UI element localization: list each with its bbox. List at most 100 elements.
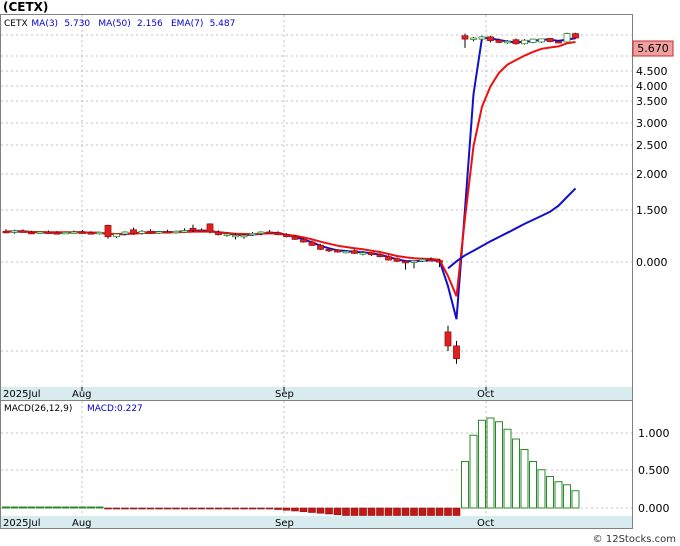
candle-body: [232, 234, 239, 238]
candle-body: [427, 258, 435, 262]
macd-bar: [401, 507, 410, 516]
candle-body: [189, 227, 197, 231]
legend-name: MA(3): [31, 19, 58, 29]
macd-bar: [333, 507, 342, 516]
macd-bar: [478, 419, 486, 509]
macd-bar: [418, 507, 427, 516]
legend-value: 5.730: [64, 19, 90, 29]
candle-body: [147, 230, 154, 234]
candle-body: [325, 248, 333, 252]
macd-bar: [189, 507, 197, 510]
macd-bar: [44, 506, 53, 509]
candle-body: [240, 234, 248, 238]
stock-chart: 4.500 4.000 3.500 3.000 2.500 2.000 1.500 0.000…: [0, 0, 676, 545]
candle-body: [53, 232, 61, 235]
candle-body: [113, 233, 120, 238]
macd-bar: [214, 507, 223, 510]
candle-body: [495, 39, 503, 43]
candle-body: [512, 39, 520, 45]
candle-body: [419, 258, 426, 262]
macd-bar: [495, 421, 503, 509]
ticker-title: (CETX): [3, 0, 48, 14]
macd-bar: [469, 434, 478, 509]
macd-value-label: MACD:0.227: [87, 404, 143, 414]
macd-bar: [299, 507, 308, 513]
macd-bar: [70, 506, 78, 509]
candle-body: [478, 36, 486, 40]
macd-tick-label: 0.000: [638, 502, 670, 515]
macd-bar: [27, 506, 36, 509]
last-price-tag: 5.670: [632, 40, 674, 57]
candle-body: [249, 232, 256, 236]
candle-body: [410, 260, 418, 263]
legend-name: EMA(7): [171, 19, 203, 29]
candle-body: [130, 229, 137, 234]
candle-body: [572, 33, 579, 39]
candle-body: [19, 230, 27, 233]
macd-bar: [308, 507, 316, 513]
macd-bar: [503, 428, 512, 509]
macd-bar: [384, 507, 393, 516]
macd-bar: [138, 507, 146, 510]
candle-body: [11, 230, 18, 233]
macd-bar: [325, 507, 333, 515]
macd-bar: [223, 507, 231, 510]
candle-body: [334, 249, 341, 253]
candle-body: [28, 231, 35, 235]
y-tick-label: 2.500: [636, 139, 668, 152]
macd-label: MACD(26,12,9): [4, 404, 72, 414]
candle-body: [393, 258, 401, 262]
macd-bar: [78, 506, 87, 509]
candle-body: [223, 233, 231, 236]
y-tick-label: 1.500: [636, 204, 668, 217]
macd-bar: [410, 507, 418, 516]
macd-bar: [512, 438, 520, 509]
price-axis-labels: 4.500 4.000 3.500 3.000 2.500 2.000 1.500 0.000: [636, 65, 668, 269]
x-tick-label: 2025Jul: [3, 389, 41, 400]
macd-bar: [571, 490, 580, 509]
macd-bar: [359, 507, 367, 516]
candle-body: [461, 35, 469, 40]
candle-body: [283, 234, 290, 238]
macd-axis-labels: 1.000 0.500 0.000: [638, 427, 670, 515]
macd-bar: [367, 507, 376, 516]
candle-body: [453, 345, 460, 360]
candle-body: [291, 236, 299, 240]
candle-body: [376, 254, 384, 258]
macd-bar: [19, 506, 27, 509]
legend-name: CETX: [4, 19, 28, 29]
y-tick-label: 4.000: [636, 80, 668, 93]
candle-body: [504, 40, 511, 44]
candle-body: [2, 230, 10, 234]
macd-bar: [121, 507, 129, 510]
macd-bar: [282, 507, 291, 511]
x-tick-label: Oct: [477, 518, 494, 529]
macd-bar: [529, 461, 537, 509]
macd-bar: [197, 507, 206, 510]
y-tick-label: 3.000: [636, 117, 668, 130]
candle-body: [300, 238, 307, 243]
candle-body: [198, 229, 205, 233]
candle-body: [266, 231, 273, 234]
candle-body: [555, 41, 562, 44]
macd-bar: [546, 476, 554, 509]
macd-panel: [0, 400, 633, 529]
legend: CETX MA(3) 5.730 MA(50) 2.156 EMA(7) 5.487: [4, 19, 235, 29]
macd-bar: [61, 506, 70, 509]
y-tick-label: 2.000: [636, 168, 668, 181]
macd-bar: [155, 507, 163, 510]
candle-body: [164, 231, 171, 234]
candle-body: [215, 231, 222, 236]
macd-tick-label: 0.500: [638, 464, 670, 477]
candle-body: [538, 38, 545, 43]
price-panel: [0, 14, 633, 401]
macd-bar: [350, 507, 359, 516]
candle-body: [342, 250, 350, 254]
y-tick-label: 0.000: [636, 256, 668, 269]
macd-bar: [393, 507, 401, 516]
macd-bar: [248, 507, 257, 510]
legend-value: 2.156: [137, 19, 163, 29]
copyright: © 12Stocks.com: [593, 534, 676, 545]
candle-body: [181, 230, 188, 233]
macd-tick-label: 1.000: [638, 427, 670, 440]
